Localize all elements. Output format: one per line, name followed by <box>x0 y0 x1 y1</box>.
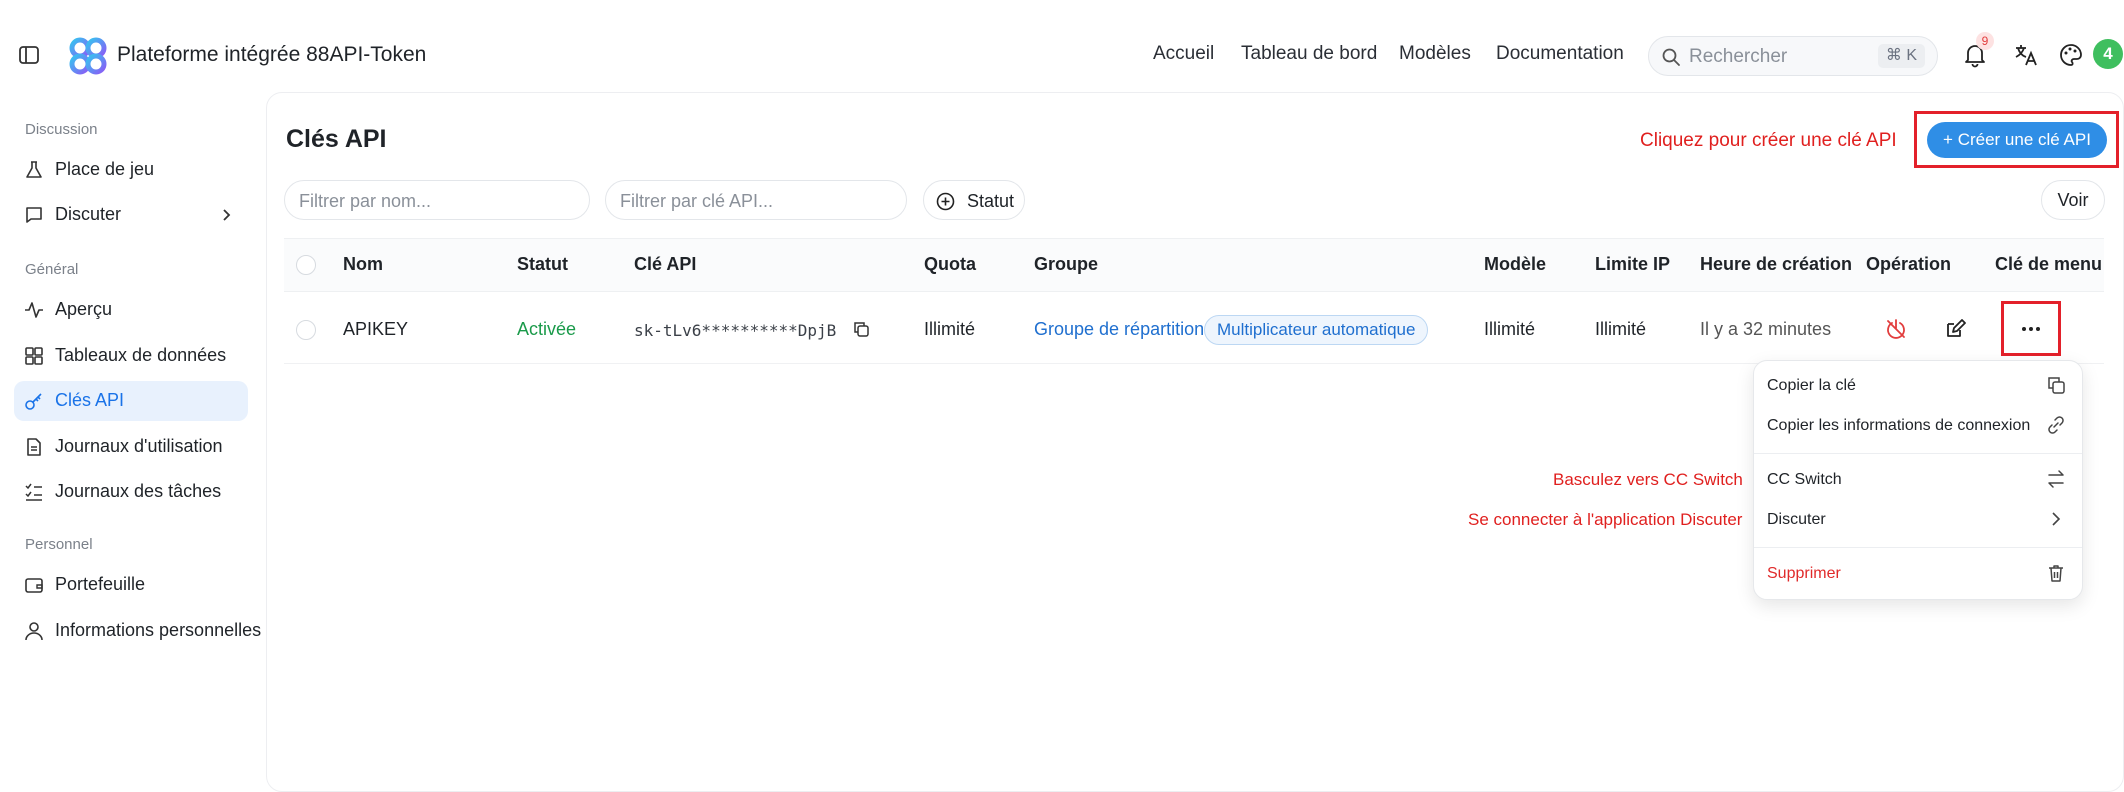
nav-accueil[interactable]: Accueil <box>1153 43 1214 65</box>
key-icon <box>24 391 44 411</box>
sidebar-item-place-de-jeu[interactable]: Place de jeu <box>14 150 248 190</box>
link-icon <box>2046 415 2066 435</box>
filter-key-input[interactable]: Filtrer par clé API... <box>605 180 907 220</box>
column-header[interactable]: Statut <box>517 254 568 275</box>
grid-icon <box>24 346 44 366</box>
view-button[interactable]: Voir <box>2041 180 2105 220</box>
column-header[interactable]: Quota <box>924 254 976 275</box>
sidebar-section-discussion: Discussion <box>25 121 98 138</box>
menu-item-copy-connection[interactable]: Copier les informations de connexion <box>1767 417 2030 435</box>
switch-icon <box>2046 469 2066 489</box>
chevron-right-icon <box>218 207 234 223</box>
chevron-right-icon <box>2046 509 2066 529</box>
sidebar-section-general: Général <box>25 261 79 278</box>
menu-item-delete[interactable]: Supprimer <box>1767 565 1841 583</box>
cell-group[interactable]: Groupe de répartition <box>1034 319 1204 340</box>
user-icon <box>24 621 44 641</box>
column-header[interactable]: Clé de menu <box>1995 254 2102 275</box>
avatar[interactable]: 4 <box>2093 39 2123 69</box>
select-all-checkbox[interactable] <box>296 255 316 275</box>
edit-icon[interactable] <box>1944 318 1966 340</box>
sidebar-item-tableaux-de-donnees[interactable]: Tableaux de données <box>14 336 248 376</box>
more-options-icon[interactable] <box>2020 318 2042 340</box>
translate-icon[interactable] <box>2013 42 2039 68</box>
cell-status: Activée <box>517 319 577 339</box>
menu-item-copy-key[interactable]: Copier la clé <box>1767 377 1856 395</box>
sidebar-item-label: Aperçu <box>55 299 113 319</box>
cell-api-key: sk-tLv6**********DpjB <box>634 321 837 340</box>
sidebar-item-journaux-taches[interactable]: Journaux des tâches <box>14 472 248 512</box>
sidebar-toggle-icon[interactable] <box>18 44 40 66</box>
sidebar-item-label: Journaux d'utilisation <box>55 436 223 456</box>
column-header[interactable]: Clé API <box>634 254 696 275</box>
column-header[interactable]: Limite IP <box>1595 254 1670 275</box>
cell-quota: Illimité <box>924 319 976 339</box>
nav-modeles[interactable]: Modèles <box>1399 43 1471 65</box>
top-header: Plateforme intégrée 88API-Token Accueil … <box>0 0 2124 88</box>
nav-tableau-de-bord[interactable]: Tableau de bord <box>1241 43 1377 65</box>
sidebar-item-label: Portefeuille <box>55 574 146 594</box>
sidebar-item-label: Journaux des tâches <box>55 481 222 501</box>
sidebar-item-journaux-utilisation[interactable]: Journaux d'utilisation <box>14 427 248 467</box>
chat-icon <box>24 205 44 225</box>
file-text-icon <box>24 437 44 457</box>
filter-key-placeholder: Filtrer par clé API... <box>620 191 774 211</box>
search-shortcut: ⌘ K <box>1877 44 1925 68</box>
plus-circle-icon <box>936 192 955 211</box>
status-filter-button[interactable]: Statut <box>923 180 1025 220</box>
sidebar-item-discuter[interactable]: Discuter <box>14 195 248 235</box>
list-check-icon <box>24 482 44 502</box>
row-checkbox[interactable] <box>296 320 316 340</box>
filter-name-input[interactable]: Filtrer par nom... <box>284 180 590 220</box>
cell-model: Illimité <box>1484 319 1536 339</box>
sidebar-item-informations-personnelles[interactable]: Informations personnelles <box>14 611 261 651</box>
copy-icon[interactable] <box>852 320 870 338</box>
trash-icon <box>2046 563 2066 583</box>
wallet-icon <box>24 575 44 595</box>
group-tag: Multiplicateur automatique <box>1204 315 1429 345</box>
notification-badge: 9 <box>1976 32 1994 50</box>
cell-ip-limit: Illimité <box>1595 319 1647 339</box>
menu-separator <box>1754 547 2082 548</box>
search-input[interactable]: Rechercher ⌘ K <box>1648 36 1938 76</box>
logo-icon[interactable] <box>68 36 108 76</box>
copy-icon <box>2046 375 2066 395</box>
search-icon <box>1661 47 1681 67</box>
column-header[interactable]: Groupe <box>1034 254 1098 275</box>
menu-item-discuter[interactable]: Discuter <box>1767 511 1826 529</box>
menu-item-cc-switch[interactable]: CC Switch <box>1767 471 1842 489</box>
sidebar-item-apercu[interactable]: Aperçu <box>14 290 248 330</box>
cell-created: Il y a 32 minutes <box>1700 319 1832 339</box>
sidebar-item-label: Discuter <box>55 204 122 224</box>
brand-title[interactable]: Plateforme intégrée 88API-Token <box>117 43 426 67</box>
nav-documentation[interactable]: Documentation <box>1496 43 1624 65</box>
sidebar-item-label: Clés API <box>55 390 125 410</box>
sidebar-item-label: Place de jeu <box>55 159 155 179</box>
column-header[interactable]: Heure de création <box>1700 254 1852 275</box>
palette-icon[interactable] <box>2058 42 2084 68</box>
cell-name: APIKEY <box>343 319 409 339</box>
sidebar-item-cles-api[interactable]: Clés API <box>14 381 248 421</box>
column-header[interactable]: Opération <box>1866 254 1951 275</box>
sidebar-item-label: Tableaux de données <box>55 345 227 365</box>
chat-hint-annotation: Se connecter à l'application Discuter <box>1468 510 1743 529</box>
disable-key-icon[interactable] <box>1885 318 1907 340</box>
column-header[interactable]: Nom <box>343 254 383 275</box>
column-header[interactable]: Modèle <box>1484 254 1546 275</box>
create-api-key-button[interactable]: + Créer une clé API <box>1927 122 2107 158</box>
sidebar-section-personnel: Personnel <box>25 536 93 553</box>
switch-hint-annotation: Basculez vers CC Switch <box>1553 470 1743 489</box>
create-hint-annotation: Cliquez pour créer une clé API <box>1640 130 1897 151</box>
status-filter-label: Statut <box>967 191 1015 211</box>
flask-icon <box>24 160 44 180</box>
sidebar-item-label: Informations personnelles <box>55 620 262 640</box>
activity-icon <box>24 300 44 320</box>
filter-name-placeholder: Filtrer par nom... <box>299 191 432 211</box>
sidebar-item-portefeuille[interactable]: Portefeuille <box>14 565 248 605</box>
search-placeholder: Rechercher <box>1689 46 1788 67</box>
page-title: Clés API <box>286 125 387 153</box>
menu-separator <box>1754 453 2082 454</box>
